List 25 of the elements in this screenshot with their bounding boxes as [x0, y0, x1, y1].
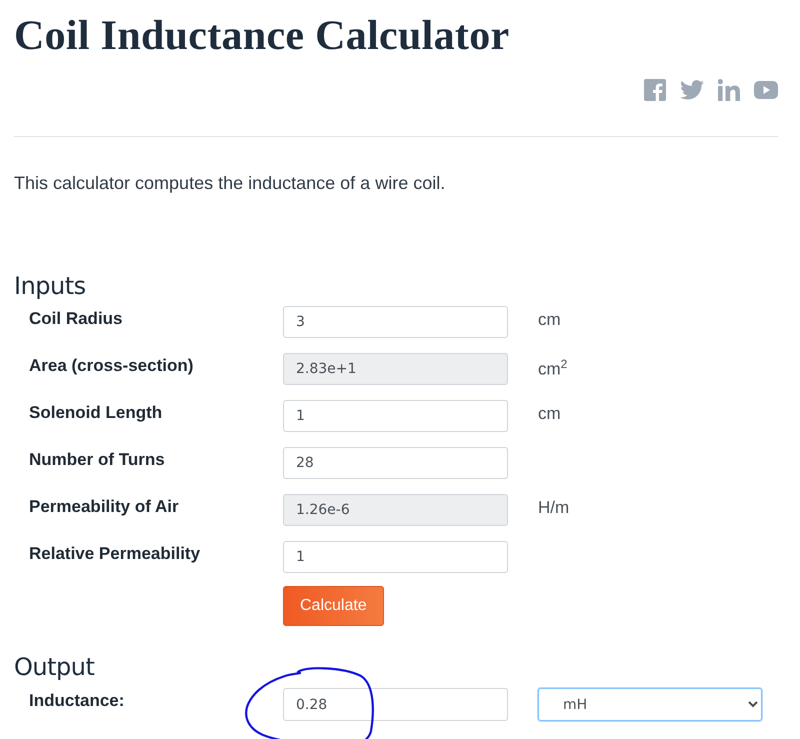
- field-label: Permeability of Air: [29, 496, 180, 517]
- unit-label: cm: [538, 309, 562, 330]
- unit-label: cm: [538, 403, 562, 424]
- field-label: Relative Permeability: [29, 543, 202, 564]
- field-label: Number of Turns: [29, 449, 166, 470]
- result-field[interactable]: 0.28: [283, 688, 508, 721]
- facebook-icon[interactable]: [644, 79, 666, 101]
- twitter-icon[interactable]: [680, 80, 704, 100]
- field-label: Coil Radius: [29, 308, 124, 329]
- field-label: Inductance:: [29, 690, 126, 711]
- section-heading: Output: [14, 653, 96, 681]
- page-title: Coil Inductance Calculator: [14, 12, 510, 60]
- input-field[interactable]: 3: [283, 306, 508, 338]
- unit-label: H/m: [538, 497, 570, 518]
- description-text: This calculator computes the inductance of a wire coil.: [14, 173, 446, 194]
- section-heading: Inputs: [14, 272, 87, 300]
- field-label: Solenoid Length: [29, 402, 164, 423]
- linkedin-icon[interactable]: [718, 79, 740, 101]
- input-field[interactable]: 1: [283, 541, 508, 573]
- unit-dropdown[interactable]: mH: [538, 688, 762, 721]
- input-field[interactable]: 28: [283, 447, 508, 479]
- youtube-icon[interactable]: [754, 81, 778, 99]
- field-label: Area (cross-section): [29, 355, 194, 376]
- input-field[interactable]: 1: [283, 400, 508, 432]
- unit-label: cm$^{2}$: [538, 356, 568, 380]
